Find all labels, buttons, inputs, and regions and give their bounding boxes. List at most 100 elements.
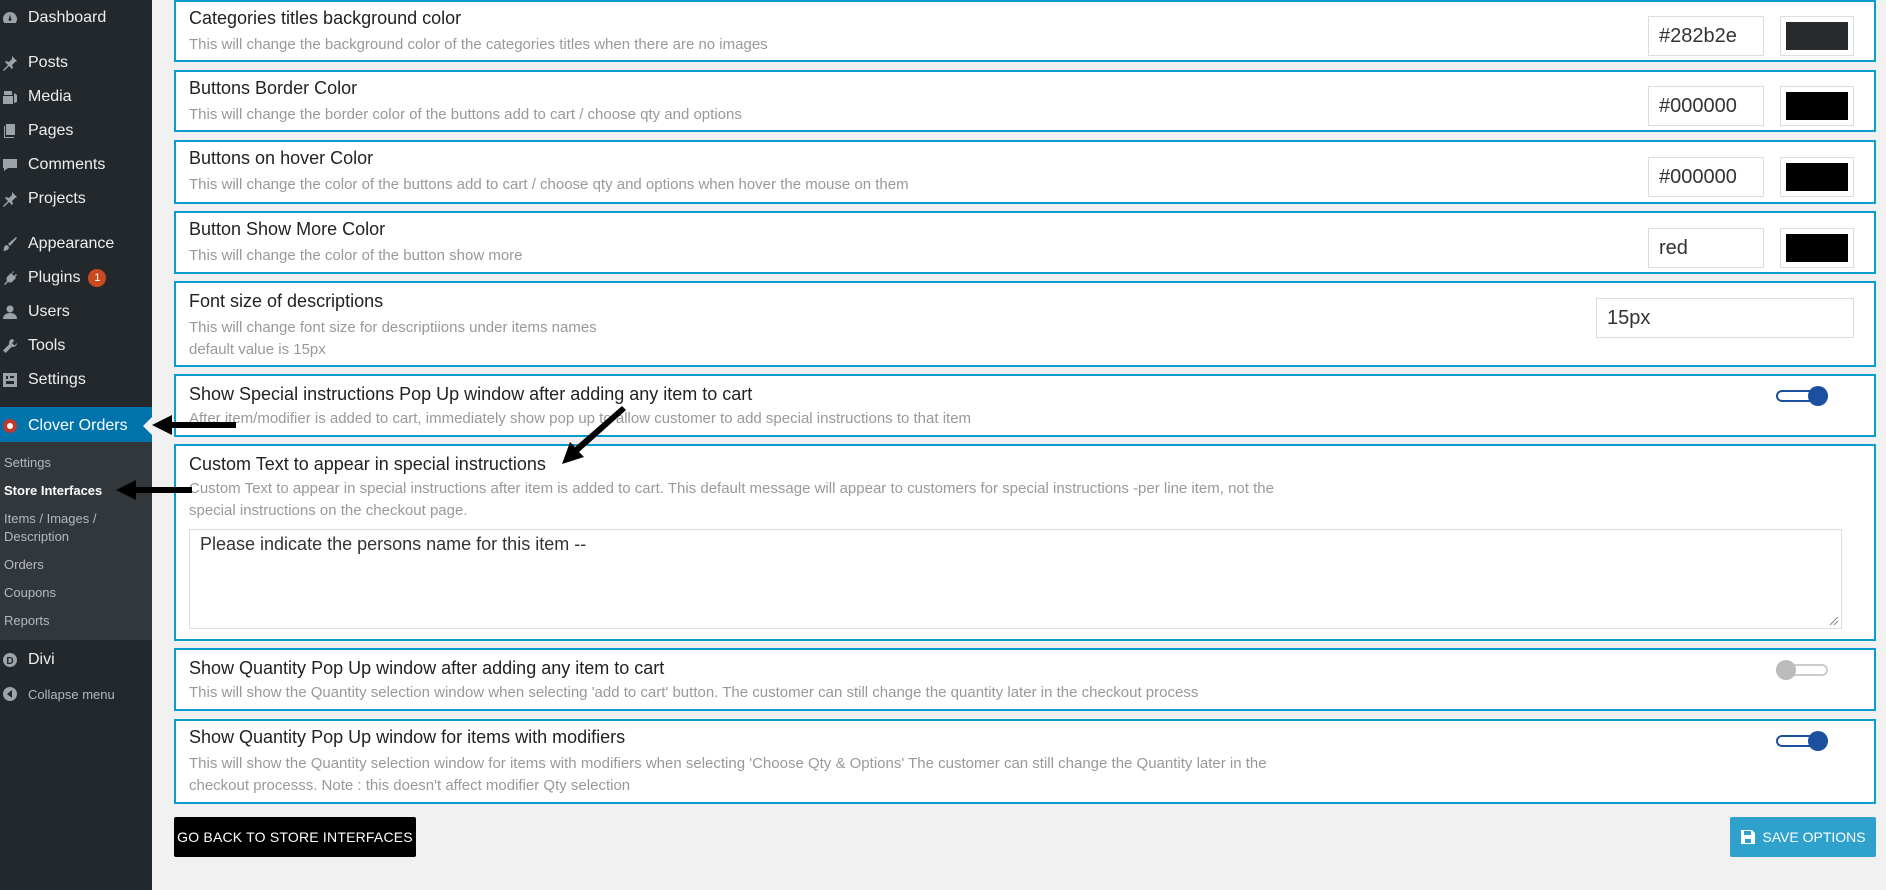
quantity-modifiers-toggle[interactable] (1776, 731, 1828, 751)
plugins-update-badge: 1 (88, 269, 107, 287)
option-special-instructions-popup: Show Special instructions Pop Up window … (174, 374, 1876, 437)
submenu-item-settings[interactable]: Settings (4, 454, 150, 472)
sidebar-item-projects[interactable]: Projects (0, 182, 152, 216)
sidebar-item-label: Plugins (28, 269, 81, 286)
option-description: This will show the Quantity selection wi… (189, 684, 1199, 701)
sidebar-item-comments[interactable]: Comments (0, 148, 152, 182)
submenu-item-items-images-description[interactable]: Items / Images / Description (4, 510, 114, 546)
quantity-popup-toggle[interactable] (1776, 660, 1828, 680)
wrench-icon (2, 338, 18, 354)
option-description: After item/modifier is added to cart, im… (189, 410, 972, 427)
option-default-note: default value is 15px (189, 341, 326, 358)
option-title: Buttons on hover Color (189, 148, 374, 168)
sidebar-item-media[interactable]: Media (0, 80, 152, 114)
annotation-arrow-icon (562, 406, 626, 464)
option-description: This will change the color of the button… (189, 247, 523, 264)
svg-text:D: D (6, 656, 13, 667)
color-hex-input[interactable]: #282b2e (1648, 16, 1764, 56)
save-icon (1741, 830, 1756, 844)
option-title: Font size of descriptions (189, 291, 384, 311)
brush-icon (2, 236, 18, 252)
divi-icon: D (2, 652, 18, 668)
sidebar-item-clover-orders[interactable]: Clover Orders (0, 407, 152, 445)
user-icon (2, 304, 18, 320)
resize-handle-icon[interactable] (1829, 616, 1839, 626)
save-options-button[interactable]: SAVE OPTIONS (1730, 817, 1876, 857)
option-title: Show Quantity Pop Up window after adding… (189, 658, 665, 678)
option-title: Show Special instructions Pop Up window … (189, 384, 753, 404)
textarea-value: Please indicate the persons name for thi… (200, 534, 587, 554)
color-swatch[interactable] (1780, 228, 1854, 268)
custom-text-textarea[interactable]: Please indicate the persons name for thi… (189, 529, 1842, 629)
annotation-arrow-icon (116, 480, 192, 500)
color-swatch[interactable] (1780, 157, 1854, 197)
option-title: Button Show More Color (189, 219, 386, 239)
sidebar-item-label: Posts (28, 54, 69, 71)
option-quantity-popup: Show Quantity Pop Up window after adding… (174, 648, 1876, 711)
option-title: Categories titles background color (189, 8, 462, 28)
color-hex-input[interactable]: #000000 (1648, 157, 1764, 197)
media-icon (2, 89, 18, 105)
option-custom-special-text: Custom Text to appear in special instruc… (174, 444, 1876, 641)
special-instructions-toggle[interactable] (1776, 386, 1828, 406)
option-description: This will change the border color of the… (189, 106, 742, 123)
sidebar-item-divi[interactable]: D Divi (0, 643, 152, 677)
submenu-item-coupons[interactable]: Coupons (4, 584, 150, 602)
swatch-fill (1786, 163, 1848, 191)
submenu-item-orders[interactable]: Orders (4, 556, 150, 574)
dashboard-icon (2, 10, 18, 26)
color-swatch[interactable] (1780, 16, 1854, 56)
option-quantity-modifiers-popup: Show Quantity Pop Up window for items wi… (174, 719, 1876, 804)
sidebar-item-posts[interactable]: Posts (0, 46, 152, 80)
clover-icon (2, 418, 18, 434)
color-hex-input[interactable]: #000000 (1648, 86, 1764, 126)
sidebar-item-label: Divi (28, 651, 55, 668)
sidebar-item-appearance[interactable]: Appearance (0, 227, 152, 261)
option-description: Custom Text to appear in special instruc… (189, 480, 1274, 497)
option-title: Buttons Border Color (189, 78, 358, 98)
pin-icon (2, 191, 18, 207)
option-title: Show Quantity Pop Up window for items wi… (189, 727, 626, 747)
option-categories-titles-bg: Categories titles background color This … (174, 0, 1876, 62)
sidebar-item-dashboard[interactable]: Dashboard (0, 1, 152, 35)
submenu-item-reports[interactable]: Reports (4, 612, 150, 630)
admin-sidebar: Dashboard Posts Media Pages Comments Pro… (0, 0, 152, 890)
sidebar-item-tools[interactable]: Tools (0, 329, 152, 363)
option-description-cont: special instructions on the checkout pag… (189, 502, 468, 519)
back-to-store-interfaces-button[interactable]: GO BACK TO STORE INTERFACES (174, 817, 416, 857)
option-description: This will change font size for descripti… (189, 319, 597, 336)
option-description: This will show the Quantity selection wi… (189, 755, 1267, 772)
collapse-icon (2, 686, 18, 702)
sidebar-item-label: Dashboard (28, 9, 107, 26)
color-name-input[interactable]: red (1648, 228, 1764, 268)
settings-icon (2, 372, 18, 388)
toggle-knob (1808, 731, 1828, 751)
sidebar-item-pages[interactable]: Pages (0, 114, 152, 148)
option-description-cont: checkout processs. Note : this doesn't a… (189, 777, 631, 794)
sidebar-item-settings[interactable]: Settings (0, 363, 152, 397)
option-show-more-color: Button Show More Color This will change … (174, 211, 1876, 274)
option-buttons-border-color: Buttons Border Color This will change th… (174, 70, 1876, 132)
sidebar-item-label: Media (28, 88, 72, 105)
sidebar-item-label: Appearance (28, 235, 115, 252)
plug-icon (2, 270, 18, 286)
option-description: This will change the background color of… (189, 36, 768, 53)
toggle-knob (1776, 660, 1796, 680)
sidebar-item-label: Settings (28, 371, 86, 388)
comment-icon (2, 157, 18, 173)
sidebar-item-plugins[interactable]: Plugins 1 (0, 261, 152, 295)
option-buttons-hover-color: Buttons on hover Color This will change … (174, 140, 1876, 204)
annotation-arrow-icon (152, 415, 236, 435)
font-size-input[interactable]: 15px (1596, 298, 1854, 338)
option-title: Custom Text to appear in special instruc… (189, 454, 546, 474)
toggle-knob (1808, 386, 1828, 406)
color-swatch[interactable] (1780, 86, 1854, 126)
sidebar-item-label: Clover Orders (28, 417, 128, 434)
swatch-fill (1786, 22, 1848, 50)
collapse-menu-button[interactable]: Collapse menu (0, 677, 152, 711)
clover-orders-submenu: Settings Store Interfaces Items / Images… (0, 442, 152, 640)
sidebar-item-label: Projects (28, 190, 86, 207)
sidebar-item-users[interactable]: Users (0, 295, 152, 329)
pages-icon (2, 123, 18, 139)
sidebar-item-label: Users (28, 303, 70, 320)
